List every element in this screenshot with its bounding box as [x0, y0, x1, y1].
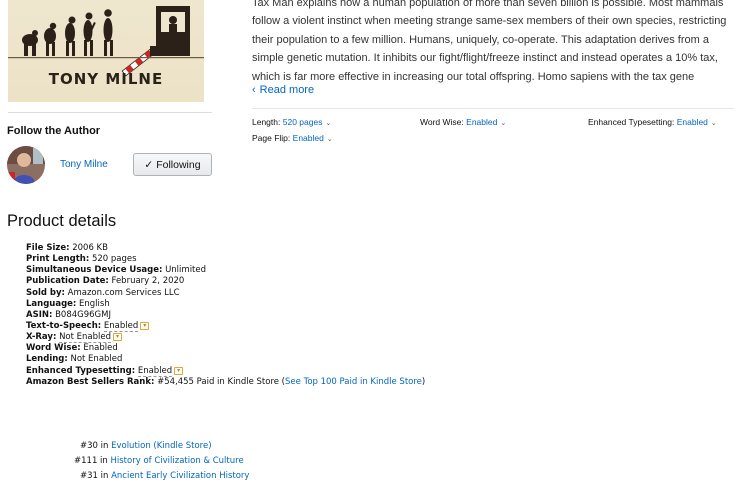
sub-rank-evolution: #30 in Evolution (Kindle Store) — [80, 441, 212, 451]
detail-publication-date: Publication Date: February 2, 2020 — [26, 276, 185, 287]
top-100-kindle-link[interactable]: See Top 100 Paid in Kindle Store — [285, 377, 422, 387]
author-name-link[interactable]: Tony Milne — [60, 159, 108, 170]
cover-author-name: TONY MILNE — [48, 70, 164, 88]
length-info[interactable]: Length: 520 pages ⌄ — [252, 117, 331, 127]
chevron-left-icon: ‹ — [252, 84, 256, 96]
product-details-list: File Size: 2006 KB Print Length: 520 pag… — [26, 243, 425, 388]
read-more-label: Read more — [259, 84, 315, 96]
detail-language: Language: English — [26, 298, 110, 309]
detail-file-size: File Size: 2006 KB — [26, 243, 108, 253]
page-flip-value: Enabled — [292, 133, 324, 143]
author-avatar[interactable] — [7, 146, 45, 184]
length-value: 520 pages — [282, 117, 323, 127]
detail-x-ray[interactable]: X-Ray: Not Enabled ▾ — [26, 332, 425, 344]
read-more-link[interactable]: ‹ Read more — [252, 84, 314, 96]
book-description: Tax Man explains how a human population … — [252, 0, 727, 83]
enhanced-typesetting-value: Enabled — [676, 117, 708, 127]
divider — [8, 112, 212, 113]
chevron-down-icon: ⌄ — [710, 120, 717, 127]
author-photo — [7, 146, 45, 184]
chevron-down-icon: ⌄ — [500, 120, 507, 127]
book-cover[interactable]: TONY MILNE — [8, 0, 204, 102]
product-details-heading: Product details — [7, 212, 117, 230]
category-link-evolution[interactable]: Evolution (Kindle Store) — [111, 441, 211, 451]
detail-text-to-speech[interactable]: Text-to-Speech: Enabled ▾ — [26, 320, 425, 332]
following-button[interactable]: ✓ Following — [133, 153, 212, 176]
checkmark-icon: ✓ — [144, 158, 154, 171]
follow-author-heading: Follow the Author — [7, 125, 101, 137]
category-link-ancient-history[interactable]: Ancient Early Civilization History — [111, 471, 249, 481]
dropdown-arrow-icon[interactable]: ▾ — [113, 333, 123, 342]
dropdown-arrow-icon[interactable]: ▾ — [174, 366, 184, 375]
page-flip-info[interactable]: Page Flip: Enabled ⌄ — [252, 133, 333, 143]
detail-asin: ASIN: B084G96GMJ — [26, 309, 111, 320]
detail-lending: Lending: Not Enabled — [26, 354, 123, 365]
following-button-label: Following — [156, 158, 201, 171]
word-wise-info[interactable]: Word Wise: Enabled ⌄ — [420, 117, 506, 127]
sub-rank-ancient-history: #31 in Ancient Early Civilization Histor… — [80, 471, 250, 481]
dropdown-arrow-icon[interactable]: ▾ — [140, 321, 150, 330]
detail-simultaneous-device-usage: Simultaneous Device Usage: Unlimited — [26, 265, 207, 276]
detail-sold-by: Sold by: Amazon.com Services LLC — [26, 287, 180, 298]
detail-enhanced-typesetting[interactable]: Enhanced Typesetting: Enabled ▾ — [26, 365, 425, 377]
detail-print-length: Print Length: 520 pages — [26, 254, 137, 265]
chevron-down-icon: ⌄ — [326, 136, 333, 143]
divider — [252, 108, 734, 109]
sub-rank-civilization: #111 in History of Civilization & Cultur… — [74, 456, 244, 466]
word-wise-value: Enabled — [466, 117, 498, 127]
chevron-down-icon: ⌄ — [325, 120, 332, 127]
detail-word-wise: Word Wise: Enabled — [26, 343, 118, 354]
enhanced-typesetting-info[interactable]: Enhanced Typesetting: Enabled ⌄ — [588, 117, 717, 127]
detail-best-sellers-rank: Amazon Best Sellers Rank: #54,455 Paid i… — [26, 376, 426, 387]
category-link-civilization[interactable]: History of Civilization & Culture — [111, 456, 244, 466]
